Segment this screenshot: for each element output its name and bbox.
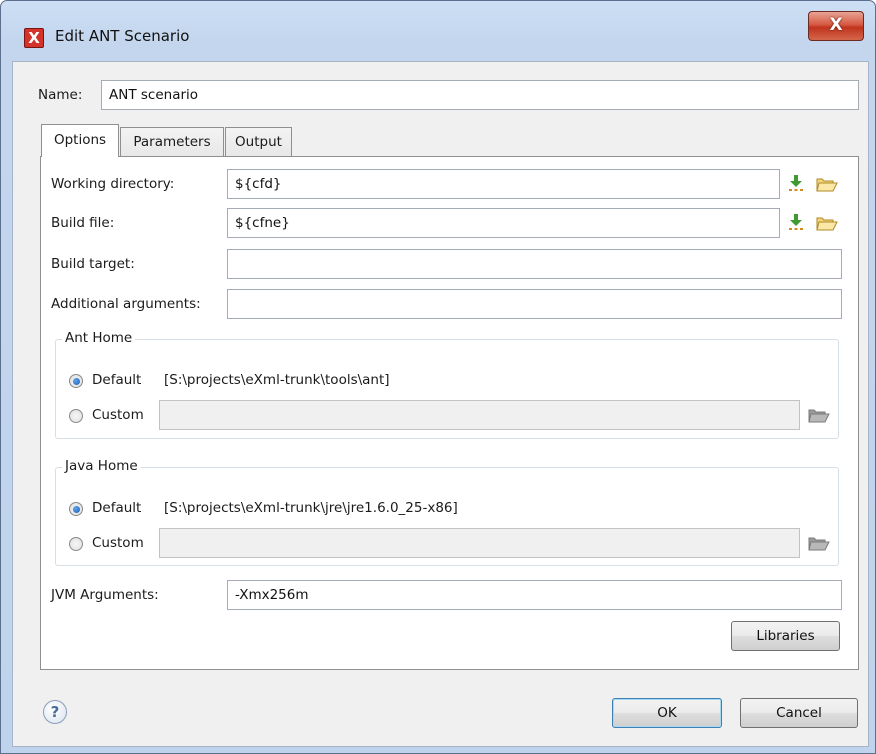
java-home-custom-label[interactable]: Custom <box>92 535 144 551</box>
ant-home-custom-radio[interactable] <box>69 409 83 423</box>
oxygen-app-icon: X <box>24 28 44 48</box>
tab-output[interactable]: Output <box>225 127 292 157</box>
tab-options[interactable]: Options <box>41 124 119 157</box>
tab-parameters[interactable]: Parameters <box>120 127 224 157</box>
ant-home-default-path: [S:\projects\eXml-trunk\tools\ant] <box>164 372 390 388</box>
additional-arguments-label: Additional arguments: <box>51 296 201 312</box>
ant-home-custom-input[interactable] <box>159 400 800 430</box>
jvm-arguments-input[interactable]: -Xmx256m <box>227 580 842 610</box>
java-home-default-path: [S:\projects\eXml-trunk\jre\jre1.6.0_25-… <box>164 500 458 516</box>
insert-editor-variable-icon[interactable] <box>788 174 804 192</box>
ant-home-default-label[interactable]: Default <box>92 372 141 388</box>
browse-folder-icon[interactable] <box>816 215 838 231</box>
window-title: Edit ANT Scenario <box>55 27 190 45</box>
help-icon[interactable]: ? <box>43 700 67 724</box>
insert-editor-variable-icon[interactable] <box>788 213 804 231</box>
ok-button[interactable]: OK <box>612 698 722 728</box>
build-target-input[interactable] <box>227 249 842 279</box>
additional-arguments-input[interactable] <box>227 289 842 319</box>
java-home-default-label[interactable]: Default <box>92 500 141 516</box>
cancel-button[interactable]: Cancel <box>740 698 858 728</box>
java-home-custom-radio[interactable] <box>69 537 83 551</box>
ant-home-default-radio[interactable] <box>69 374 83 388</box>
ant-home-custom-label[interactable]: Custom <box>92 407 144 423</box>
java-home-default-radio[interactable] <box>69 502 83 516</box>
java-home-custom-input[interactable] <box>159 528 800 558</box>
ant-home-legend: Ant Home <box>62 330 136 346</box>
build-target-label: Build target: <box>51 256 135 272</box>
build-file-input[interactable]: ${cfne} <box>227 208 780 238</box>
working-directory-label: Working directory: <box>51 176 175 192</box>
name-input[interactable]: ANT scenario <box>101 80 859 110</box>
close-button[interactable]: X <box>808 11 864 41</box>
browse-folder-icon[interactable] <box>816 176 838 192</box>
jvm-arguments-label: JVM Arguments: <box>51 587 159 603</box>
working-directory-input[interactable]: ${cfd} <box>227 169 780 199</box>
name-label: Name: <box>38 87 83 103</box>
build-file-label: Build file: <box>51 215 115 231</box>
libraries-button[interactable]: Libraries <box>731 621 840 651</box>
java-home-legend: Java Home <box>62 458 141 474</box>
browse-folder-icon <box>808 407 830 423</box>
browse-folder-icon <box>808 535 830 551</box>
